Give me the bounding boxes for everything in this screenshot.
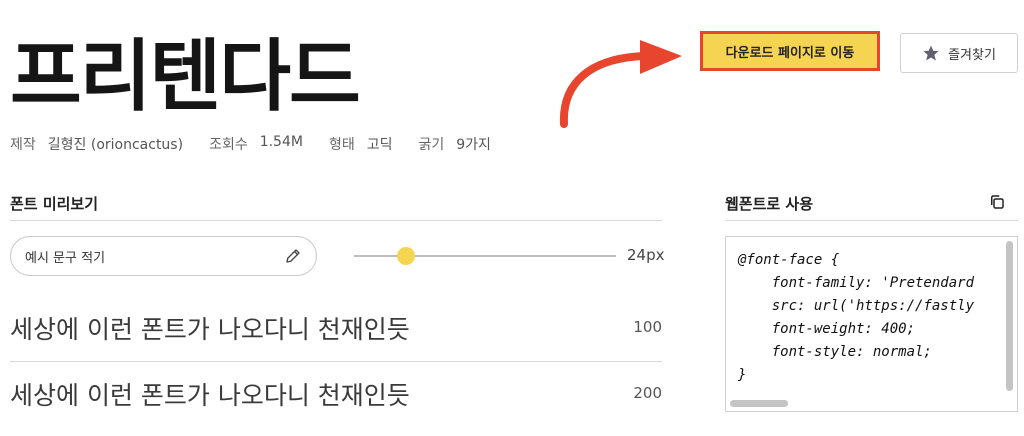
preview-weight: 100 xyxy=(633,318,662,336)
meta-key: 형태 xyxy=(328,137,355,153)
meta-views: 조회수 1.54M xyxy=(209,134,303,154)
download-page-button[interactable]: 다운로드 페이지로 이동 xyxy=(700,31,880,71)
code-line: font-family: 'Pretendard xyxy=(738,275,975,291)
preview-text: 세상에 이런 폰트가 나오다니 천재인듯 xyxy=(10,315,410,344)
code-line: @font-face { xyxy=(738,252,840,268)
webfont-code: @font-face { font-family: 'Pretendard sr… xyxy=(738,249,974,387)
preview-section-title: 폰트 미리보기 xyxy=(10,195,99,213)
font-size-slider-thumb[interactable] xyxy=(397,247,416,265)
preview-text: 세상에 이런 폰트가 나오다니 천재인듯 xyxy=(10,381,410,410)
webfont-divider xyxy=(725,220,1018,221)
meta-key: 조회수 xyxy=(209,137,248,153)
meta-value: 고딕 xyxy=(366,137,393,153)
meta-value: 9가지 xyxy=(456,137,491,153)
font-meta: 제작 길형진 (orioncactus) 조회수 1.54M 형태 고딕 굵기 … xyxy=(10,134,491,154)
meta-designer: 제작 길형진 (orioncactus) xyxy=(10,134,183,154)
meta-key: 제작 xyxy=(10,137,36,153)
font-title: 프리텐다드 xyxy=(10,32,361,122)
pencil-icon[interactable] xyxy=(284,247,302,265)
copy-icon[interactable] xyxy=(988,193,1006,211)
webfont-code-box[interactable]: @font-face { font-family: 'Pretendard sr… xyxy=(725,236,1018,412)
meta-value: 길형진 (orioncactus) xyxy=(47,137,184,153)
favorite-label: 즐겨찾기 xyxy=(948,47,996,63)
horizontal-scrollbar[interactable] xyxy=(730,400,788,407)
sample-text-input[interactable]: 예시 문구 적기 xyxy=(10,236,317,276)
annotation-arrow-icon xyxy=(559,40,682,128)
preview-divider xyxy=(10,220,662,221)
font-size-label: 24px xyxy=(627,246,665,264)
code-line: src: url('https://fastly xyxy=(738,298,975,314)
meta-style: 형태 고딕 xyxy=(329,134,393,154)
code-line: font-style: normal; xyxy=(738,344,932,360)
preview-weight: 200 xyxy=(633,384,662,402)
webfont-section-title: 웹폰트로 사용 xyxy=(725,195,814,213)
sample-text-placeholder: 예시 문구 적기 xyxy=(25,250,106,266)
code-line: font-weight: 400; xyxy=(738,321,916,337)
star-icon xyxy=(923,45,939,61)
preview-row: 세상에 이런 폰트가 나오다니 천재인듯 200 xyxy=(10,372,662,436)
meta-key: 굵기 xyxy=(418,137,445,153)
row-divider xyxy=(10,361,662,362)
code-line: } xyxy=(738,367,747,383)
meta-weights: 굵기 9가지 xyxy=(419,134,491,154)
vertical-scrollbar[interactable] xyxy=(1006,241,1013,391)
favorite-button[interactable]: 즐겨찾기 xyxy=(900,33,1018,73)
meta-value: 1.54M xyxy=(259,134,303,150)
font-size-slider[interactable] xyxy=(354,247,616,265)
